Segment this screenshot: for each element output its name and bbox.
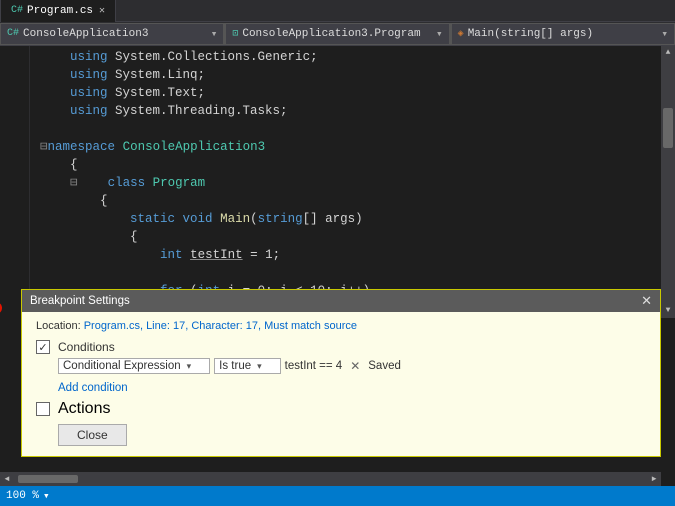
nav-mid-arrow: ▾	[436, 27, 443, 41]
breakpoint-settings-panel: Breakpoint Settings ✕ Location: Program.…	[21, 289, 661, 457]
scrollbar-h-thumb[interactable]	[18, 475, 78, 483]
scrollbar-thumb[interactable]	[663, 108, 673, 148]
condition-saved-label: Saved	[368, 360, 401, 372]
code-line	[40, 264, 661, 282]
scroll-left-btn[interactable]: ◄	[0, 472, 14, 486]
nav-bar: C# ConsoleApplication3 ▾ ⊡ ConsoleApplic…	[0, 22, 675, 46]
bp-condition-line: Conditional Expression ▾ Is true ▾ testI…	[58, 358, 646, 374]
bp-location-link[interactable]: Program.cs, Line: 17, Character: 17, Mus…	[84, 320, 357, 332]
gutter-line	[0, 282, 23, 300]
scroll-up-arrow[interactable]: ▲	[661, 46, 675, 60]
breakpoint-title-bar: Breakpoint Settings ✕	[22, 290, 660, 312]
gutter-line	[0, 102, 23, 120]
editor-scrollbar[interactable]: ▲ ▼	[661, 46, 675, 318]
line-numbers	[0, 46, 30, 318]
nav-method-dropdown[interactable]: ◈ Main(string[] args) ▾	[451, 23, 675, 45]
code-line: {	[40, 156, 661, 174]
gutter-line	[0, 84, 23, 102]
scroll-down-arrow[interactable]: ▼	[661, 304, 675, 318]
close-button[interactable]: Close	[58, 424, 127, 446]
bp-location: Location: Program.cs, Line: 17, Characte…	[36, 320, 646, 332]
tab-program-cs[interactable]: C# Program.cs ✕	[0, 0, 116, 22]
code-line	[40, 120, 661, 138]
gutter-line	[0, 192, 23, 210]
actions-checkbox[interactable]	[36, 402, 50, 416]
code-line: using System.Linq;	[40, 66, 661, 84]
gutter-line	[0, 138, 23, 156]
code-editor: using System.Collections.Generic; using …	[0, 46, 675, 318]
gutter-line	[0, 120, 23, 138]
code-line: using System.Text;	[40, 84, 661, 102]
breakpoint-panel-close-btn[interactable]: ✕	[641, 293, 652, 309]
code-line: int testInt = 1;	[40, 246, 661, 264]
gutter-line	[0, 264, 23, 282]
code-line: ⊟namespace ConsoleApplication3	[40, 138, 661, 156]
gutter-line	[0, 246, 23, 264]
nav-namespace-dropdown[interactable]: C# ConsoleApplication3 ▾	[0, 23, 224, 45]
tab-bar: C# Program.cs ✕	[0, 0, 675, 22]
cond-type-arrow: ▾	[187, 361, 192, 372]
breakpoint-panel-title: Breakpoint Settings	[30, 295, 130, 307]
tab-close-btn[interactable]: ✕	[99, 5, 105, 17]
condition-remove-btn[interactable]: ✕	[350, 359, 360, 373]
tab-label: Program.cs	[27, 5, 93, 17]
nav-left-arrow: ▾	[211, 27, 218, 41]
condition-is-select[interactable]: Is true ▾	[214, 358, 281, 374]
conditions-checkbox[interactable]: ✓	[36, 340, 50, 354]
conditions-label: Conditions	[58, 340, 115, 354]
code-content[interactable]: using System.Collections.Generic; using …	[30, 46, 661, 318]
actions-label: Actions	[58, 400, 110, 418]
code-line: using System.Threading.Tasks;	[40, 102, 661, 120]
gutter-line	[0, 300, 23, 318]
gutter-line	[0, 210, 23, 228]
horizontal-scrollbar[interactable]: ◄ ►	[0, 472, 661, 486]
gutter-line	[0, 66, 23, 84]
breakpoint-panel-content: Location: Program.cs, Line: 17, Characte…	[22, 312, 660, 456]
code-line: {	[40, 192, 661, 210]
status-bar: 100 % ▾	[0, 486, 675, 506]
code-line: ⊟ class Program	[40, 174, 661, 192]
bp-conditions-row: ✓ Conditions	[36, 340, 646, 354]
breakpoint-indicator	[0, 302, 2, 314]
gutter-line	[0, 228, 23, 246]
nav-right-arrow: ▾	[661, 27, 668, 41]
code-line: {	[40, 228, 661, 246]
zoom-level: 100 %	[6, 490, 39, 502]
nav-class-dropdown[interactable]: ⊡ ConsoleApplication3.Program ▾	[225, 23, 449, 45]
cond-is-arrow: ▾	[257, 361, 262, 372]
gutter-line	[0, 156, 23, 174]
scroll-right-btn[interactable]: ►	[647, 472, 661, 486]
zoom-arrow[interactable]: ▾	[43, 489, 50, 503]
bp-actions-row: Actions	[36, 400, 646, 418]
code-line: using System.Collections.Generic;	[40, 48, 661, 66]
gutter-line	[0, 48, 23, 66]
add-condition-link[interactable]: Add condition	[36, 378, 646, 400]
gutter-line	[0, 174, 23, 192]
condition-value: testInt == 4	[285, 360, 343, 372]
condition-type-select[interactable]: Conditional Expression ▾	[58, 358, 210, 374]
code-line: static void Main(string[] args)	[40, 210, 661, 228]
